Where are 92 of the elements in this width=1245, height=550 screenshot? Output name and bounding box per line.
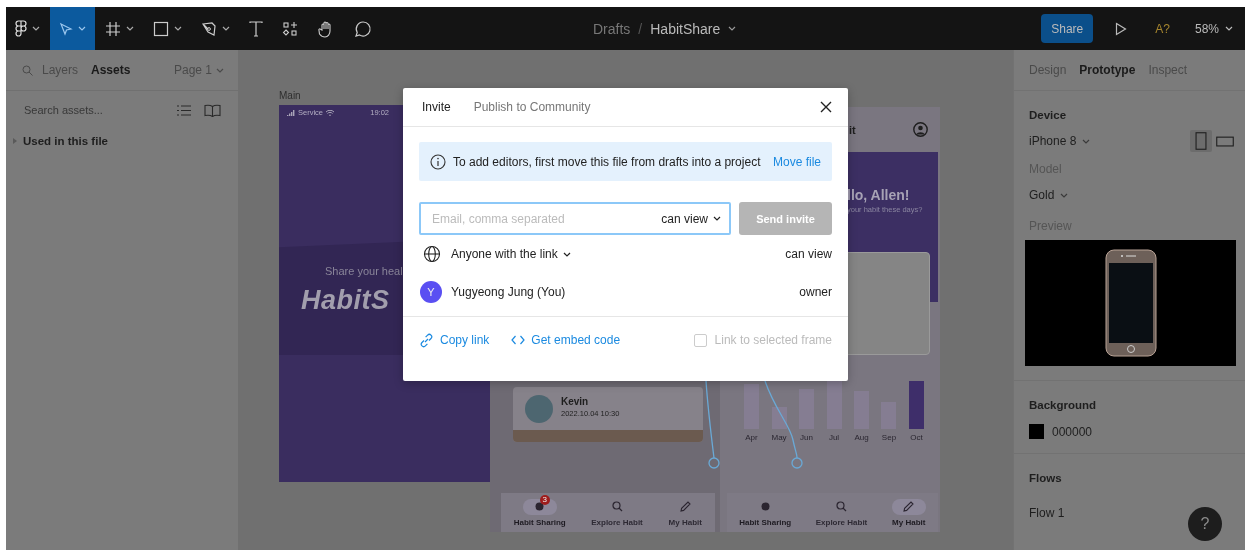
- cursor-icon: [59, 21, 73, 36]
- month-label: Apr: [745, 433, 758, 442]
- caret-icon: [126, 26, 134, 31]
- search-icon[interactable]: [22, 64, 33, 76]
- zoom-menu[interactable]: 58%: [1194, 21, 1233, 36]
- panel-tab[interactable]: Assets: [91, 63, 131, 77]
- portrait-orientation-icon[interactable]: [1190, 130, 1212, 152]
- list-view-icon[interactable]: [177, 104, 191, 116]
- book-icon[interactable]: [204, 103, 221, 117]
- modal-tab[interactable]: Publish to Community: [473, 100, 591, 114]
- section-heading: Background: [1029, 399, 1098, 411]
- rectangle-icon: [153, 20, 169, 37]
- pen-icon: [201, 20, 217, 37]
- text-tool-icon: [249, 20, 263, 37]
- components-icon: [282, 20, 298, 37]
- dot-icon: [535, 502, 545, 511]
- panel-tab[interactable]: Prototype: [1079, 63, 1136, 77]
- nav-tab[interactable]: Habit Sharing: [739, 498, 792, 527]
- nav-tab[interactable]: Explore Habit: [591, 498, 643, 527]
- search-icon: [611, 501, 623, 512]
- chart-bar: [908, 381, 924, 429]
- checkbox[interactable]: [693, 333, 707, 347]
- modal-tab[interactable]: Invite: [422, 100, 451, 114]
- file-name[interactable]: HabitShare: [650, 20, 721, 37]
- color-value[interactable]: 000000: [1052, 424, 1093, 439]
- caret-icon: [78, 26, 86, 31]
- section-heading: Device: [1029, 109, 1068, 121]
- nav-tab[interactable]: My Habit: [668, 498, 703, 527]
- nav-tab[interactable]: Explore Habit: [815, 498, 868, 527]
- logo-icon: [15, 19, 27, 38]
- app-logo: HabitS: [301, 285, 390, 316]
- close-icon: [820, 101, 832, 113]
- month-label: Jun: [800, 433, 813, 442]
- code-icon: [511, 335, 526, 345]
- chart-bar: [771, 407, 787, 429]
- caret-icon: [174, 26, 182, 31]
- profile-icon: [913, 122, 928, 137]
- copy-link[interactable]: Copy link: [419, 332, 490, 348]
- author-name: Kevin: [561, 396, 590, 407]
- globe-icon: [423, 245, 441, 263]
- caret-icon: [216, 67, 224, 73]
- info-icon: [430, 153, 446, 170]
- share-button[interactable]: Share: [1041, 14, 1094, 43]
- folder-name[interactable]: Drafts: [593, 20, 631, 37]
- month-label: Sep: [881, 433, 897, 442]
- caret-icon: [32, 26, 40, 31]
- model-dropdown[interactable]: Gold: [1029, 188, 1236, 202]
- month-label: Jul: [828, 433, 840, 442]
- search-icon: [836, 501, 847, 512]
- pencil-icon: [903, 501, 915, 512]
- month-label: Oct: [910, 433, 923, 442]
- dot-icon: [760, 502, 770, 511]
- frame-icon: [105, 20, 121, 37]
- wifi-icon: [326, 109, 334, 116]
- section-heading: Flows: [1029, 472, 1063, 484]
- link-access-menu[interactable]: Anyone with the link: [451, 247, 571, 261]
- month-label: May: [771, 433, 787, 442]
- chart-bar: [744, 384, 759, 429]
- caret-icon: [1225, 26, 1233, 31]
- permission-label[interactable]: can view: [785, 247, 832, 261]
- month-label: Aug: [854, 433, 869, 442]
- screen-title: it: [849, 123, 856, 136]
- color-swatch[interactable]: [1029, 424, 1044, 439]
- comment-icon: [354, 19, 372, 38]
- signal-icon: [287, 109, 295, 116]
- play-icon[interactable]: [1115, 21, 1128, 36]
- caret-icon: [222, 26, 230, 31]
- pencil-icon: [679, 501, 691, 512]
- close-button[interactable]: [818, 99, 834, 115]
- caret-icon: [1082, 138, 1091, 144]
- notification-badge: 3: [539, 494, 550, 505]
- tagline: Share your heal: [325, 265, 403, 277]
- user-name: Yugyeong Jung (You): [451, 285, 566, 299]
- greeting: llo, Allen!: [847, 187, 910, 203]
- permission-label: owner: [799, 285, 832, 299]
- section-title[interactable]: Used in this file: [23, 135, 108, 147]
- link-icon: [419, 332, 434, 348]
- device-dropdown[interactable]: iPhone 8: [1029, 134, 1091, 148]
- missing-fonts-indicator[interactable]: A?: [1155, 21, 1170, 36]
- search-assets-field[interactable]: Search assets...: [24, 104, 164, 116]
- move-file-link[interactable]: Move file: [772, 154, 821, 169]
- caret-icon: [562, 251, 571, 257]
- avatar: [525, 395, 553, 423]
- caret-icon: [1060, 192, 1069, 198]
- caret-icon: [713, 216, 721, 221]
- user-avatar: Y: [420, 281, 442, 303]
- path-separator: /: [638, 20, 643, 37]
- info-message: To add editors, first move this file from drafts into a project: [453, 154, 761, 169]
- prototype-connector[interactable]: [705, 380, 720, 469]
- embed-code-link[interactable]: Get embed code: [511, 333, 621, 347]
- frame-label[interactable]: Main: [279, 90, 301, 101]
- file-menu-caret-icon: [728, 26, 737, 31]
